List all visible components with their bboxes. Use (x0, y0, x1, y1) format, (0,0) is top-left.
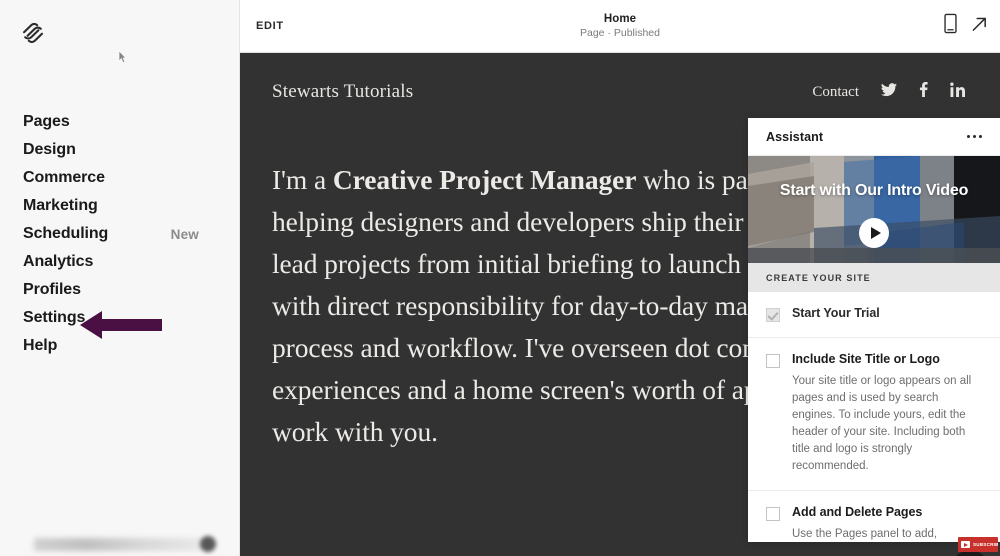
edit-toolbar: EDIT Home Page · Published (240, 0, 1000, 53)
ellipsis-menu-icon[interactable] (965, 129, 984, 144)
squarespace-logo-icon[interactable] (18, 18, 48, 48)
edit-button[interactable]: EDIT (256, 20, 284, 32)
assistant-panel: Assistant Start with Our Intro Video CRE… (748, 118, 1000, 542)
sidebar-item-label: Settings (23, 309, 86, 326)
sidebar-item-profiles[interactable]: Profiles (0, 276, 240, 304)
site-title[interactable]: Stewarts Tutorials (272, 81, 413, 103)
task-title: Start Your Trial (792, 306, 880, 320)
assistant-section-header: CREATE YOUR SITE (748, 263, 1000, 292)
sidebar-nav: Pages Design Commerce Marketing Scheduli… (0, 108, 240, 360)
site-nav: Contact (812, 82, 966, 102)
edit-toolbar-actions (944, 13, 988, 39)
body-bold: Creative Project Manager (332, 164, 637, 195)
checkbox-checked[interactable] (766, 308, 780, 322)
sidebar-item-settings[interactable]: Settings (0, 304, 240, 332)
open-external-arrow-icon[interactable] (971, 15, 988, 37)
body-lead: I'm a (272, 164, 333, 195)
sidebar-item-label: Pages (23, 113, 70, 130)
sidebar-item-scheduling[interactable]: Scheduling New (0, 220, 240, 248)
task-title: Include Site Title or Logo (792, 352, 940, 366)
avatar (200, 536, 216, 552)
play-button-icon[interactable] (859, 218, 889, 248)
sidebar-item-badge: New (170, 226, 199, 242)
task-description: Your site title or logo appears on all p… (792, 375, 972, 472)
sidebar-item-label: Commerce (23, 169, 105, 186)
task-body: Include Site Title or Logo Your site tit… (792, 352, 982, 475)
task-title: Add and Delete Pages (792, 505, 923, 519)
sidebar-item-label: Design (23, 141, 76, 158)
page-status: Page · Published (580, 27, 660, 39)
facebook-icon[interactable] (919, 82, 928, 102)
nav-link-contact[interactable]: Contact (812, 84, 859, 101)
task-body: Add and Delete Pages Use the Pages panel… (792, 505, 982, 542)
sidebar-item-label: Analytics (23, 253, 94, 270)
intro-video-card[interactable]: Start with Our Intro Video (748, 156, 1000, 263)
linkedin-icon[interactable] (950, 82, 966, 102)
sidebar-item-label: Scheduling (23, 225, 109, 242)
assistant-task-include-site-title-or-logo[interactable]: Include Site Title or Logo Your site tit… (748, 338, 1000, 491)
sidebar: Pages Design Commerce Marketing Scheduli… (0, 0, 240, 556)
assistant-header: Assistant (748, 118, 1000, 156)
sidebar-item-label: Marketing (23, 197, 98, 214)
checkbox-unchecked[interactable] (766, 507, 780, 521)
sidebar-item-label: Profiles (23, 281, 81, 298)
app-root: Pages Design Commerce Marketing Scheduli… (0, 0, 1000, 556)
assistant-title: Assistant (766, 129, 824, 144)
sidebar-account-bar[interactable] (0, 528, 240, 556)
assistant-task-start-your-trial[interactable]: Start Your Trial (748, 292, 1000, 338)
section-label: CREATE YOUR SITE (766, 272, 871, 283)
mouse-cursor (118, 50, 127, 64)
sidebar-item-label: Help (23, 337, 58, 354)
video-headline: Start with Our Intro Video (779, 182, 969, 199)
sidebar-item-pages[interactable]: Pages (0, 108, 240, 136)
youtube-subscribe-icon (961, 541, 970, 548)
sidebar-item-marketing[interactable]: Marketing (0, 192, 240, 220)
account-bar-blurred (34, 538, 209, 551)
sidebar-item-analytics[interactable]: Analytics (0, 248, 240, 276)
task-body: Start Your Trial (792, 306, 982, 322)
subscribe-label: SUBSCRIBE (973, 542, 998, 547)
sidebar-item-commerce[interactable]: Commerce (0, 164, 240, 192)
checkbox-unchecked[interactable] (766, 354, 780, 368)
sidebar-item-design[interactable]: Design (0, 136, 240, 164)
page-title: Home (603, 13, 637, 25)
twitter-icon[interactable] (881, 82, 897, 102)
mobile-device-icon[interactable] (944, 13, 957, 39)
task-description: Use the Pages panel to add, arrange, and… (792, 528, 938, 540)
page-meta: Home Page · Published (240, 12, 1000, 40)
youtube-subscribe-button[interactable]: SUBSCRIBE (958, 537, 998, 552)
sidebar-item-help[interactable]: Help (0, 332, 240, 360)
assistant-task-add-and-delete-pages[interactable]: Add and Delete Pages Use the Pages panel… (748, 491, 1000, 542)
